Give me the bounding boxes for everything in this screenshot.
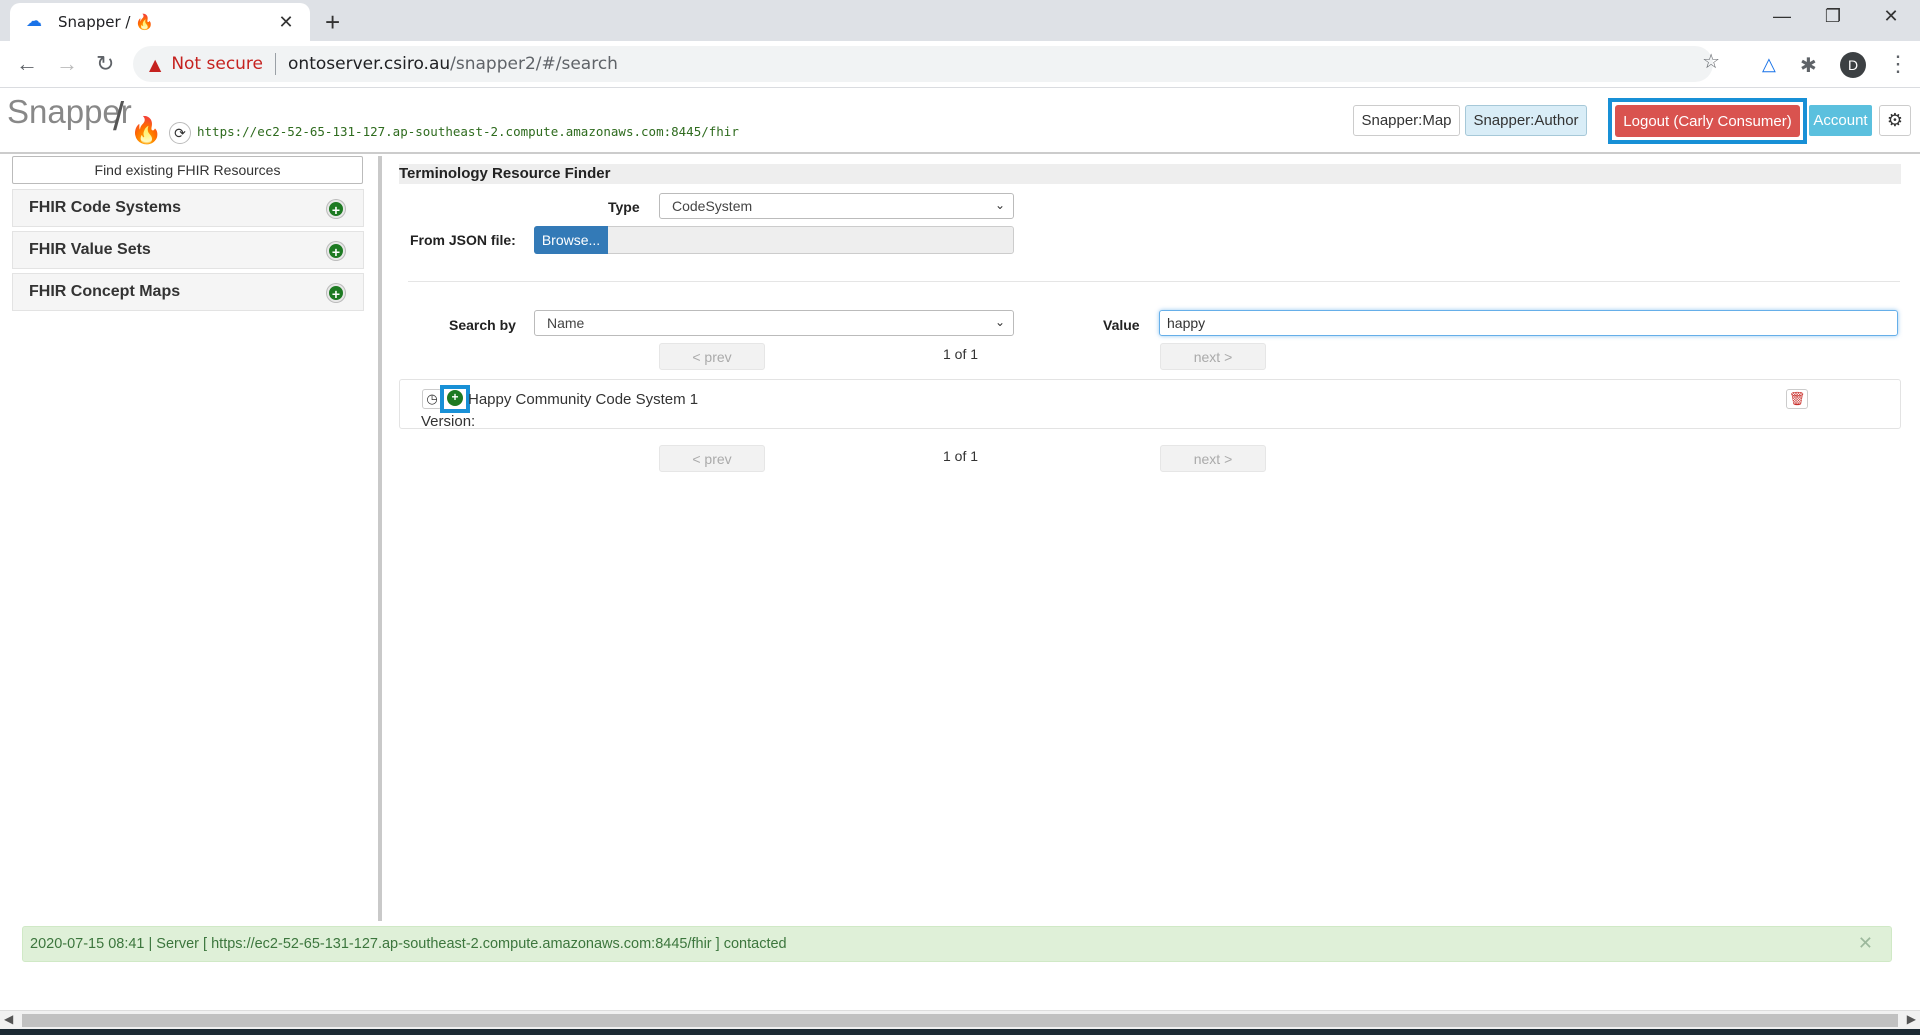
search-value-text: happy (1167, 315, 1206, 331)
list-item: ◷ + Happy Community Code System 1 Versio… (399, 379, 1901, 430)
reload-icon[interactable]: ↻ (96, 51, 114, 77)
search-value-input[interactable]: happy (1159, 310, 1898, 336)
bookmark-star-icon[interactable]: ☆ (1702, 49, 1720, 74)
page-indicator: 1 of 1 (943, 346, 979, 362)
browse-button[interactable]: Browse... (534, 226, 608, 254)
logo-slash: / (113, 95, 125, 139)
find-resources-button[interactable]: Find existing FHIR Resources (12, 156, 363, 184)
logout-button[interactable]: Logout (Carly Consumer) (1615, 105, 1800, 137)
search-by-value: Name (547, 315, 585, 331)
scroll-left-icon[interactable]: ◀ (4, 1012, 13, 1026)
scroll-right-icon[interactable]: ▶ (1907, 1012, 1916, 1026)
minimize-icon[interactable]: — (1757, 6, 1807, 27)
divider (275, 53, 277, 75)
type-select-value: CodeSystem (672, 198, 753, 214)
browser-tab[interactable]: ☁ Snapper / 🔥 ✕ (10, 3, 310, 41)
gear-icon[interactable]: ⚙ (1879, 105, 1911, 136)
page-indicator: 1 of 1 (943, 448, 979, 464)
sidebar-item-value-sets[interactable]: FHIR Value Sets + (12, 231, 364, 269)
result-name[interactable]: Happy Community Code System 1 (468, 391, 698, 408)
flame-icon: 🔥 (130, 115, 163, 145)
sidebar-item-label: FHIR Code Systems (29, 199, 182, 216)
close-icon[interactable]: ✕ (1858, 933, 1873, 954)
sidebar-item-label: FHIR Value Sets (29, 241, 151, 258)
taskbar (0, 1029, 1920, 1035)
sidebar-item-concept-maps[interactable]: FHIR Concept Maps + (12, 273, 364, 311)
prev-button[interactable]: < prev (659, 445, 765, 472)
new-tab-icon[interactable]: + (325, 7, 340, 38)
result-version: Version: (421, 413, 476, 430)
json-file-label: From JSON file: (410, 232, 516, 248)
back-icon[interactable]: ← (16, 51, 38, 77)
type-label: Type (608, 199, 640, 215)
trash-icon[interactable]: 🗑 (1786, 389, 1808, 409)
prev-button[interactable]: < prev (659, 343, 765, 370)
add-icon[interactable]: + (327, 284, 345, 302)
address-bar[interactable]: ▲ Not secure ontoserver.csiro.au /snappe… (133, 46, 1713, 82)
chevron-down-icon: ⌄ (994, 198, 1005, 212)
restore-icon[interactable]: ❐ (1808, 6, 1858, 27)
chevron-down-icon: ⌄ (994, 315, 1005, 329)
browser-tab-bar: ☁ Snapper / 🔥 ✕ + — ❐ ✕ (0, 0, 1920, 41)
security-label: Not secure (171, 54, 264, 74)
extension-drive-icon[interactable]: △ (1762, 54, 1776, 75)
snapper-author-button[interactable]: Snapper:Author (1465, 105, 1587, 136)
add-icon[interactable]: + (447, 390, 463, 406)
add-icon[interactable]: + (327, 200, 345, 218)
account-button[interactable]: Account (1809, 105, 1872, 136)
snapper-map-button[interactable]: Snapper:Map (1353, 105, 1460, 136)
browser-toolbar: ← → ↻ ▲ Not secure ontoserver.csiro.au /… (0, 41, 1920, 88)
browser-menu-icon[interactable]: ⋮ (1887, 51, 1909, 77)
refresh-server-icon[interactable]: ⟳ (169, 122, 191, 144)
add-icon[interactable]: + (327, 242, 345, 260)
sidebar: Find existing FHIR Resources FHIR Code S… (0, 156, 382, 921)
extensions-puzzle-icon[interactable]: ✱ (1800, 53, 1817, 78)
close-tab-icon[interactable]: ✕ (276, 12, 296, 33)
search-by-label: Search by (449, 317, 516, 333)
url-host: ontoserver.csiro.au (288, 54, 451, 74)
server-url: https://ec2-52-65-131-127.ap-southeast-2… (197, 124, 739, 139)
main-panel: Terminology Resource Finder Type CodeSys… (386, 156, 1920, 921)
warning-icon: ▲ (149, 54, 162, 74)
history-icon[interactable]: ◷ (422, 389, 442, 409)
next-button[interactable]: next > (1160, 343, 1266, 370)
profile-avatar[interactable]: D (1840, 52, 1866, 78)
horizontal-scrollbar[interactable]: ◀ ▶ (0, 1010, 1920, 1029)
status-message: 2020-07-15 08:41 | Server [ https://ec2-… (30, 936, 787, 952)
next-button[interactable]: next > (1160, 445, 1266, 472)
value-label: Value (1103, 317, 1140, 333)
tab-title: Snapper / 🔥 (58, 13, 154, 31)
app-header: Snapper / 🔥 ⟳ https://ec2-52-65-131-127.… (0, 89, 1920, 154)
sidebar-item-label: FHIR Concept Maps (29, 283, 181, 300)
divider (408, 281, 1900, 282)
type-select[interactable]: CodeSystem ⌄ (659, 193, 1014, 219)
close-window-icon[interactable]: ✕ (1866, 6, 1916, 27)
page-title: Terminology Resource Finder (399, 164, 1901, 184)
forward-icon[interactable]: → (56, 51, 78, 77)
sidebar-item-code-systems[interactable]: FHIR Code Systems + (12, 189, 364, 227)
cloud-icon: ☁ (26, 13, 42, 30)
search-by-select[interactable]: Name ⌄ (534, 310, 1014, 336)
scrollbar-thumb[interactable] (22, 1014, 1898, 1027)
status-alert: 2020-07-15 08:41 | Server [ https://ec2-… (22, 926, 1892, 962)
url-path: /snapper2/#/search (450, 54, 618, 74)
